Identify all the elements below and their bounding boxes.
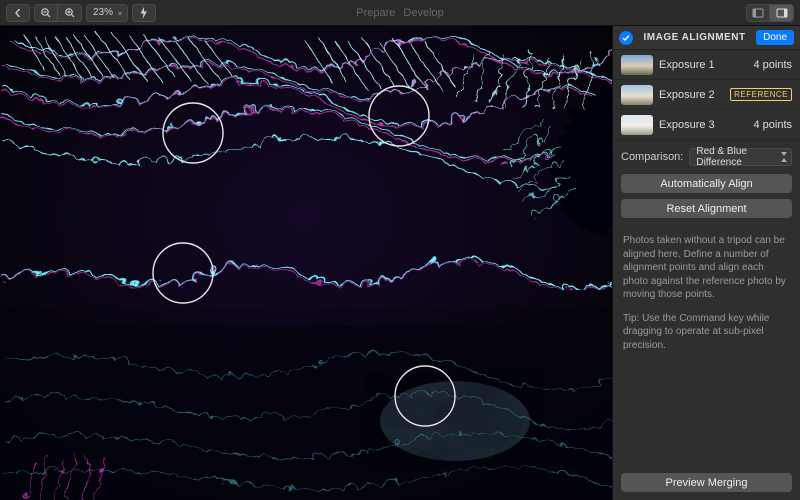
titlebar: 23% Prepare Develop [0,0,800,26]
exposure-points: 4 points [753,59,792,71]
nav-zoom-group [6,4,30,22]
exposure-row[interactable]: Exposure 2 REFERENCE [613,80,800,110]
info-toggle[interactable] [746,4,770,22]
exposure-list: Exposure 14 pointsExposure 2REFERENCEExp… [613,50,800,140]
exposure-thumbnail [621,55,653,75]
back-button[interactable] [6,4,30,22]
view-toggle-group [746,4,794,22]
zoom-in-button[interactable] [58,4,82,22]
reset-align-button[interactable]: Reset Alignment [621,199,792,218]
tab-prepare[interactable]: Prepare [356,7,395,19]
auto-align-button[interactable]: Automatically Align [621,174,792,193]
check-icon [619,31,633,45]
preview-image [0,26,612,500]
image-canvas[interactable] [0,26,612,500]
exposure-thumbnail [621,115,653,135]
comparison-value: Red & Blue Difference [696,146,775,168]
panel-toggle[interactable] [770,4,794,22]
zoom-group [34,4,82,22]
bolt-button[interactable] [132,4,156,22]
mode-tabs: Prepare Develop [356,7,444,19]
bolt-icon [139,7,149,19]
zoom-level-select[interactable]: 23% [86,4,128,22]
zoom-level-value: 23% [93,7,113,18]
panel-header: IMAGE ALIGNMENT Done [613,26,800,50]
comparison-label: Comparison: [621,151,683,163]
right-toolbar [746,4,794,22]
zoom-out-button[interactable] [34,4,58,22]
panel-title: IMAGE ALIGNMENT [633,32,756,43]
exposure-label: Exposure 3 [659,119,747,131]
preview-merging-button[interactable]: Preview Merging [621,473,792,492]
workspace: IMAGE ALIGNMENT Done Exposure 14 pointsE… [0,26,800,500]
exposure-label: Exposure 1 [659,59,747,71]
exposure-row[interactable]: Exposure 3 4 points [613,110,800,140]
tab-develop[interactable]: Develop [403,7,443,19]
reference-badge: REFERENCE [730,88,792,101]
help-paragraph-1: Photos taken without a tripod can be ali… [623,234,790,302]
exposure-thumbnail [621,85,653,105]
help-paragraph-2: Tip: Use the Command key while dragging … [623,312,790,353]
help-text: Photos taken without a tripod can be ali… [613,224,800,352]
done-button[interactable]: Done [756,30,794,45]
comparison-select[interactable]: Red & Blue Difference [689,148,792,166]
exposure-label: Exposure 2 [659,89,724,101]
exposure-points: 4 points [753,119,792,131]
comparison-row: Comparison: Red & Blue Difference [613,140,800,174]
alignment-panel: IMAGE ALIGNMENT Done Exposure 14 pointsE… [612,26,800,500]
exposure-row[interactable]: Exposure 1 4 points [613,50,800,80]
